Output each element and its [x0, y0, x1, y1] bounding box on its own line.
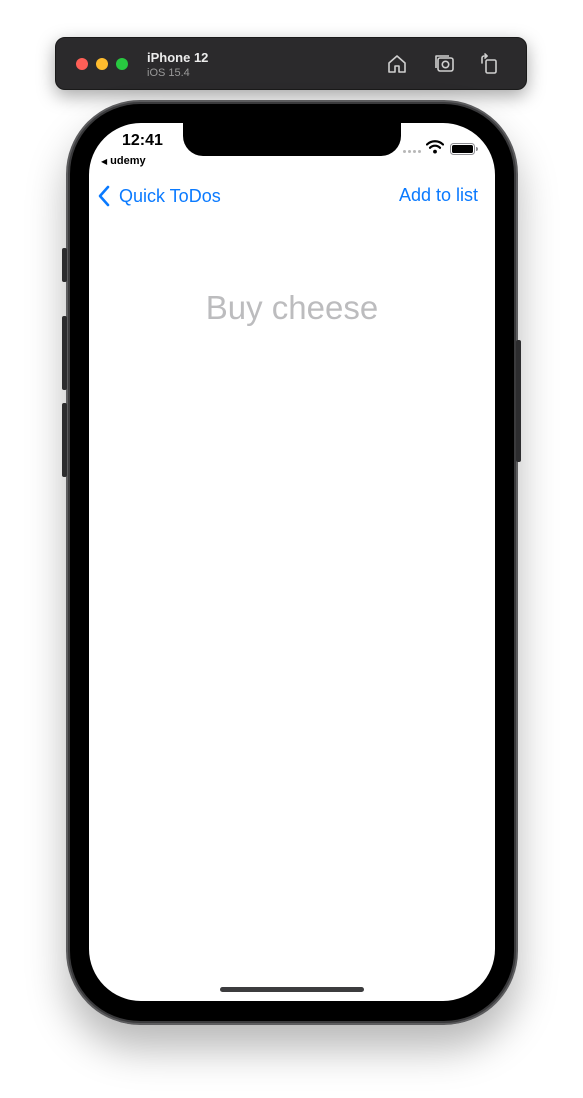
add-to-list-button[interactable]: Add to list: [399, 185, 478, 206]
device-name: iPhone 12: [147, 50, 209, 65]
back-to-app-link[interactable]: ◀ udemy: [101, 155, 146, 167]
phone-screen: 12:41 ◀ udemy Quick ToDos Add to list Bu…: [89, 123, 495, 1001]
status-time: 12:41: [122, 132, 163, 149]
nav-back-button[interactable]: Quick ToDos: [97, 183, 221, 209]
home-icon[interactable]: [385, 52, 409, 76]
zoom-window-button[interactable]: [116, 58, 128, 70]
simulator-title-bar: iPhone 12 iOS 15.4: [55, 37, 527, 90]
os-version: iOS 15.4: [147, 67, 190, 79]
todo-text-field[interactable]: [89, 289, 495, 327]
back-app-label: udemy: [110, 155, 146, 167]
back-triangle-icon: ◀: [101, 157, 108, 166]
minimize-window-button[interactable]: [96, 58, 108, 70]
notch: [183, 123, 401, 156]
rotate-icon[interactable]: [478, 52, 502, 76]
wifi-icon: [425, 140, 445, 154]
close-window-button[interactable]: [76, 58, 88, 70]
chevron-left-icon: [98, 185, 110, 207]
screenshot-icon[interactable]: [433, 52, 457, 76]
volume-up-button: [62, 316, 67, 390]
mute-switch: [62, 248, 67, 282]
power-button: [516, 340, 521, 462]
cellular-signal-icon: [403, 150, 423, 154]
battery-icon: [450, 142, 478, 155]
stage: iPhone 12 iOS 15.4 12:41 ◀ udemy Quick T…: [0, 0, 583, 1098]
volume-down-button: [62, 403, 67, 477]
nav-back-label: Quick ToDos: [119, 185, 221, 206]
home-indicator[interactable]: [220, 987, 364, 992]
